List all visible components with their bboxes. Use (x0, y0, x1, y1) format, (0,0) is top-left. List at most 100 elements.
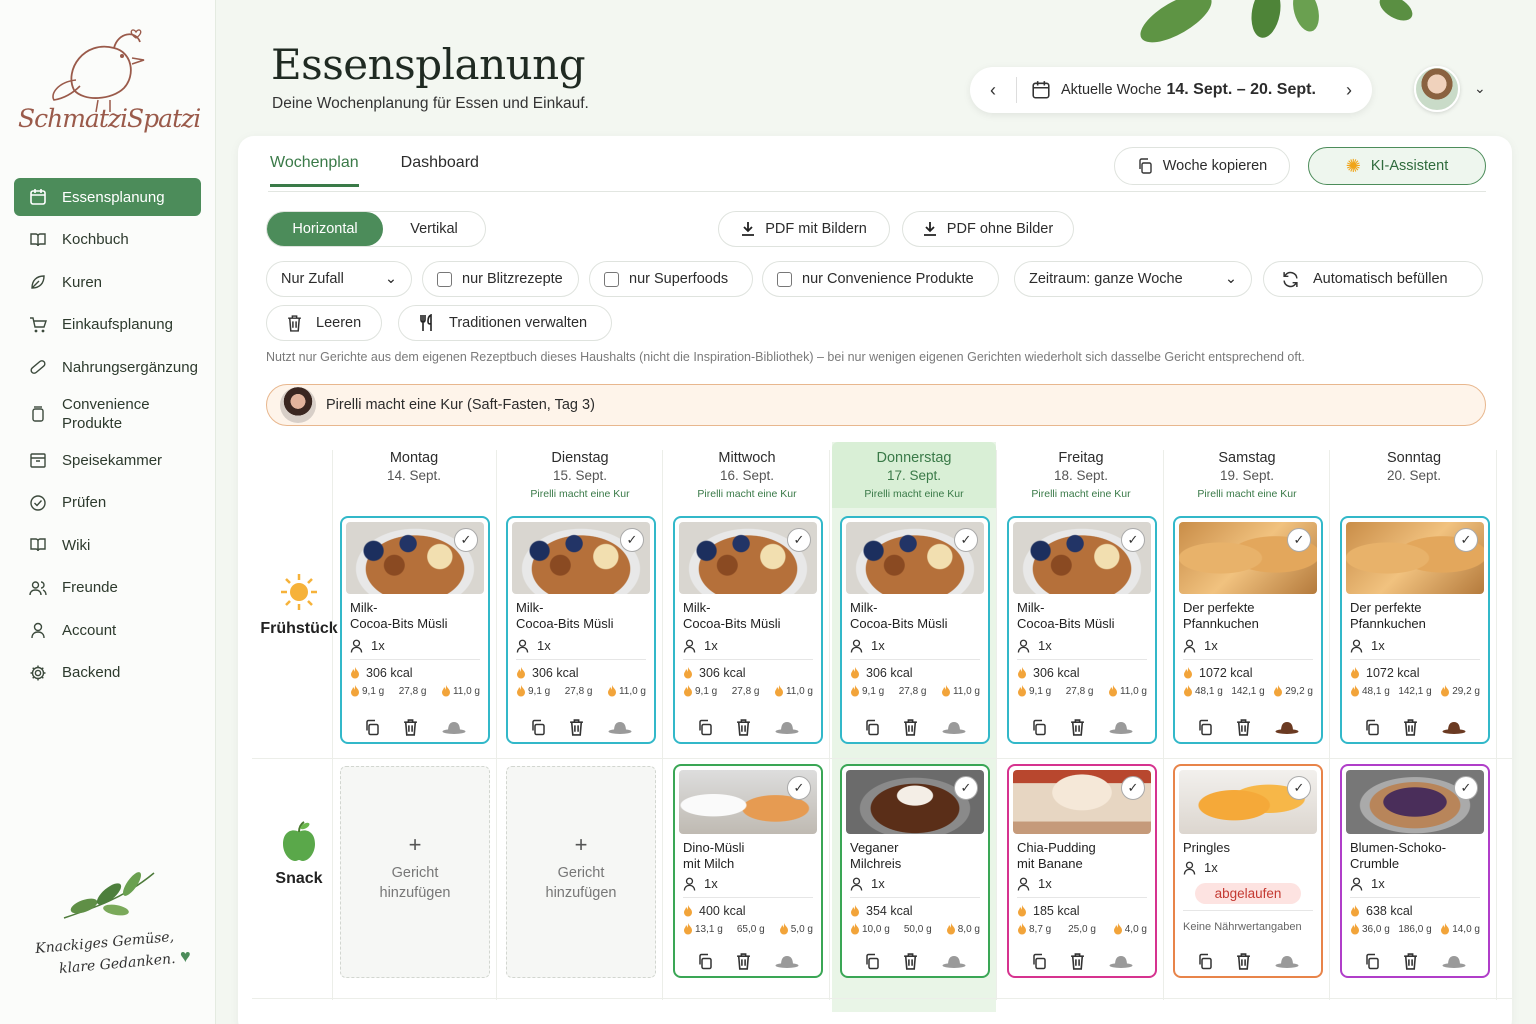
sidebar-item-essensplanung[interactable]: Essensplanung (14, 178, 201, 216)
trash-icon[interactable] (1403, 953, 1418, 970)
chef-hat-icon[interactable] (1442, 955, 1466, 969)
check-icon[interactable]: ✓ (620, 528, 644, 552)
check-icon[interactable]: ✓ (1454, 776, 1478, 800)
tab-dashboard[interactable]: Dashboard (401, 154, 479, 187)
trash-icon[interactable] (1236, 953, 1251, 970)
add-meal-button[interactable]: + Gericht hinzufügen (506, 766, 656, 978)
meal-card[interactable]: ✓ Milk- Cocoa-Bits Müsli 1x 306 kcal 9,1 g 27,… (673, 516, 823, 744)
sidebar-item-nahrungsergaenzung[interactable]: Nahrungsergänzung (14, 348, 201, 386)
trash-icon[interactable] (569, 719, 584, 736)
meal-card[interactable]: ✓ Der perfekte Pfannkuchen 1x 1072 kcal 48,1 … (1340, 516, 1490, 744)
sidebar-item-freunde[interactable]: Freunde (14, 569, 201, 607)
macros: 13,1 g 65,0 g 5,0 g (675, 918, 821, 935)
meal-card[interactable]: ✓ Der perfekte Pfannkuchen 1x 1072 kcal 48,1 … (1173, 516, 1323, 744)
copy-icon[interactable] (1031, 953, 1047, 970)
chef-hat-icon[interactable] (1275, 955, 1299, 969)
check-icon[interactable]: ✓ (787, 776, 811, 800)
copy-icon[interactable] (864, 953, 880, 970)
sidebar-item-kuren[interactable]: Kuren (14, 263, 201, 301)
chef-hat-icon[interactable] (442, 721, 466, 735)
trash-icon[interactable] (1236, 719, 1251, 736)
chef-hat-icon[interactable] (1442, 721, 1466, 735)
sidebar-item-account[interactable]: Account (14, 611, 201, 649)
trash-icon[interactable] (903, 719, 918, 736)
copy-icon[interactable] (864, 719, 880, 736)
meal-card[interactable]: ✓ Blumen-Schoko- Crumble 1x 638 kcal 36,0 g 18… (1340, 764, 1490, 978)
meal-card[interactable]: ✓ Milk- Cocoa-Bits Müsli 1x 306 kcal 9,1 g 27,… (840, 516, 990, 744)
meal-card[interactable]: ✓ Milk- Cocoa-Bits Müsli 1x 306 kcal 9,1 g 27,… (506, 516, 656, 744)
filter-blitzrezepte[interactable]: nur Blitzrezepte (422, 261, 579, 297)
meal-card[interactable]: ✓ Pringles 1x abgelaufen Keine Nährwertangab… (1173, 764, 1323, 978)
sidebar-item-speisekammer[interactable]: Speisekammer (14, 441, 201, 479)
meal-card[interactable]: ✓ Dino-Müsli mit Milch 1x 400 kcal 13,1 g 65,0… (673, 764, 823, 978)
chef-hat-icon[interactable] (1275, 721, 1299, 735)
meal-card[interactable]: ✓ Milk- Cocoa-Bits Müsli 1x 306 kcal 9,1 g 27,… (1007, 516, 1157, 744)
tab-wochenplan[interactable]: Wochenplan (270, 154, 359, 187)
meal-card[interactable]: ✓ Veganer Milchreis 1x 354 kcal 10,0 g 50,0 g8… (840, 764, 990, 978)
pdf-without-images-button[interactable]: PDF ohne Bilder (902, 211, 1074, 247)
check-icon[interactable]: ✓ (454, 528, 478, 552)
copy-icon[interactable] (530, 719, 546, 736)
chef-hat-icon[interactable] (775, 721, 799, 735)
check-icon[interactable]: ✓ (1287, 528, 1311, 552)
check-icon[interactable]: ✓ (954, 776, 978, 800)
pdf-with-images-button[interactable]: PDF mit Bildern (718, 211, 890, 247)
avatar[interactable] (1414, 66, 1460, 112)
trash-icon[interactable] (403, 719, 418, 736)
sidebar-item-einkaufsplanung[interactable]: Einkaufsplanung (14, 306, 201, 344)
chef-hat-icon[interactable] (942, 955, 966, 969)
meal-card[interactable]: ✓ Chia-Pudding mit Banane 1x 185 kcal 8,7 g 25… (1007, 764, 1157, 978)
check-icon[interactable]: ✓ (1121, 776, 1145, 800)
no-nutrition-text: Keine Nährwertangaben (1183, 921, 1302, 933)
copy-icon[interactable] (364, 719, 380, 736)
trash-icon[interactable] (736, 953, 751, 970)
ki-assistant-button[interactable]: ✺ KI-Assistent (1308, 147, 1486, 185)
copy-icon[interactable] (697, 953, 713, 970)
checkbox[interactable] (604, 271, 619, 287)
checkbox[interactable] (777, 271, 792, 287)
sidebar-item-kochbuch[interactable]: Kochbuch (14, 221, 201, 259)
chef-hat-icon[interactable] (608, 721, 632, 735)
copy-icon[interactable] (1197, 953, 1213, 970)
filter-convenience[interactable]: nur Convenience Produkte (762, 261, 999, 297)
copy-icon[interactable] (1197, 719, 1213, 736)
trash-icon[interactable] (903, 953, 918, 970)
chef-hat-icon[interactable] (942, 721, 966, 735)
random-select[interactable]: Nur Zufall ⌄ (266, 261, 412, 297)
sidebar-item-pruefen[interactable]: Prüfen (14, 484, 201, 522)
check-icon[interactable]: ✓ (1121, 528, 1145, 552)
next-week-button[interactable]: › (1326, 80, 1372, 101)
check-icon[interactable]: ✓ (1454, 528, 1478, 552)
view-horizontal-button[interactable]: Horizontal (267, 212, 383, 246)
zeitraum-select[interactable]: Zeitraum: ganze Woche ⌄ (1014, 261, 1252, 297)
copy-icon[interactable] (1031, 719, 1047, 736)
autofill-button[interactable]: Automatisch befüllen (1263, 261, 1483, 297)
sidebar-item-wiki[interactable]: Wiki (14, 526, 201, 564)
view-vertical-button[interactable]: Vertikal (383, 221, 485, 237)
trash-icon[interactable] (736, 719, 751, 736)
trash-icon[interactable] (1403, 719, 1418, 736)
meal-card[interactable]: ✓ Milk- Cocoa-Bits Müsli 1x 306 kcal 9,1 g 27,… (340, 516, 490, 744)
chevron-down-icon[interactable]: ⌄ (1474, 80, 1486, 97)
trash-icon[interactable] (1070, 953, 1085, 970)
trash-icon[interactable] (1070, 719, 1085, 736)
copy-week-button[interactable]: Woche kopieren (1114, 147, 1290, 185)
copy-icon[interactable] (1364, 953, 1380, 970)
copy-icon[interactable] (1364, 719, 1380, 736)
sidebar-item-backend[interactable]: Backend (14, 654, 201, 692)
check-icon[interactable]: ✓ (1287, 776, 1311, 800)
check-icon[interactable]: ✓ (787, 528, 811, 552)
add-meal-button[interactable]: + Gericht hinzufügen (340, 766, 490, 978)
checkbox[interactable] (437, 271, 452, 287)
filter-superfoods[interactable]: nur Superfoods (589, 261, 753, 297)
traditions-button[interactable]: Traditionen verwalten (398, 305, 612, 341)
copy-icon[interactable] (697, 719, 713, 736)
chef-hat-icon[interactable] (775, 955, 799, 969)
chef-hat-icon[interactable] (1109, 955, 1133, 969)
food-image: ✓ (679, 770, 817, 834)
check-icon[interactable]: ✓ (954, 528, 978, 552)
sidebar-item-convenience[interactable]: Convenience Produkte (14, 391, 201, 437)
prev-week-button[interactable]: ‹ (970, 80, 1016, 101)
chef-hat-icon[interactable] (1109, 721, 1133, 735)
clear-button[interactable]: Leeren (266, 305, 382, 341)
